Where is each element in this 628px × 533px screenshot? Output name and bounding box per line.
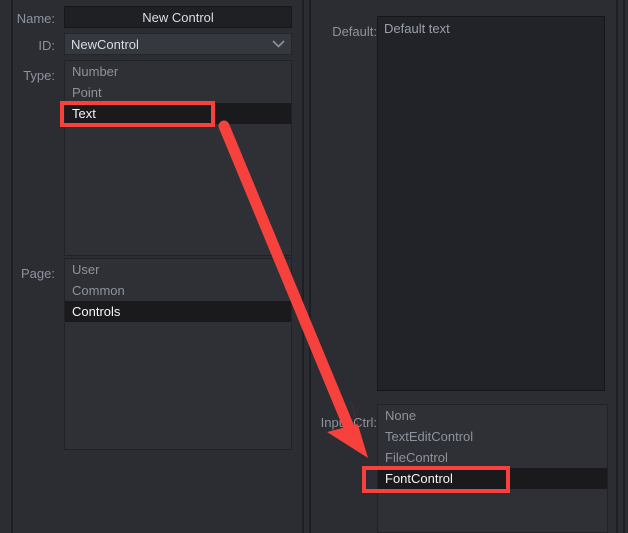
page-label: Page: — [21, 266, 55, 281]
name-field[interactable]: New Control — [64, 6, 292, 28]
page-listbox[interactable]: User Common Controls — [64, 258, 292, 450]
id-combobox-value: NewControl — [71, 36, 139, 52]
right-frame-line — [616, 0, 618, 533]
page-option[interactable]: Common — [65, 280, 291, 301]
panel-divider-left — [302, 0, 304, 533]
type-listbox[interactable]: Number Point Text — [64, 60, 292, 256]
page-option[interactable]: User — [65, 259, 291, 280]
input-ctrl-listbox[interactable]: None TextEditControl FileControl FontCon… — [377, 404, 608, 533]
input-ctrl-option[interactable]: FileControl — [378, 447, 607, 468]
default-label: Default: — [332, 24, 377, 39]
type-option-selected[interactable]: Text — [65, 103, 291, 124]
type-label: Type: — [23, 68, 55, 83]
type-option[interactable]: Number — [65, 61, 291, 82]
id-combobox[interactable]: NewControl — [64, 33, 292, 55]
id-label: ID: — [38, 38, 55, 53]
input-ctrl-option[interactable]: None — [378, 405, 607, 426]
page-option-selected[interactable]: Controls — [65, 301, 291, 322]
input-ctrl-option-selected[interactable]: FontControl — [378, 468, 607, 489]
chevron-down-icon[interactable] — [265, 34, 291, 54]
input-ctrl-label: Input Ctrl: — [320, 415, 377, 430]
name-label: Name: — [16, 11, 55, 26]
right-outer-frame-line — [623, 0, 625, 533]
panel-divider-right — [309, 0, 311, 533]
type-option[interactable]: Point — [65, 82, 291, 103]
input-ctrl-option[interactable]: TextEditControl — [378, 426, 607, 447]
control-editor-dialog: Name: New Control ID: NewControl Type: N… — [0, 0, 628, 533]
default-textarea[interactable]: Default text — [377, 16, 605, 391]
